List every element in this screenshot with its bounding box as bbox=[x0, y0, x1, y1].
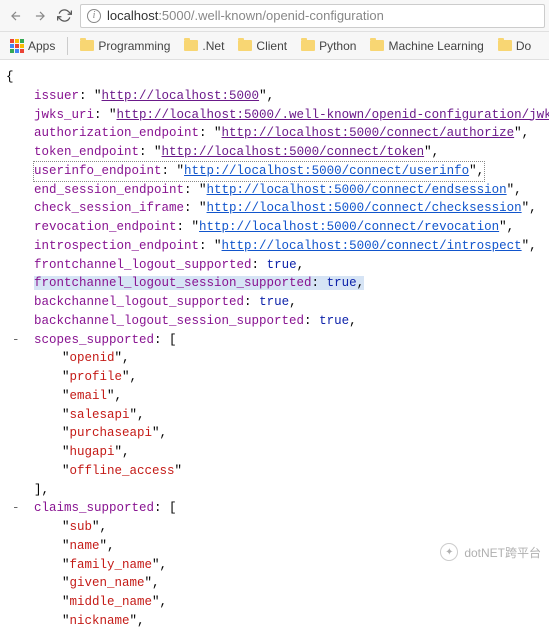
link-introspect[interactable]: http://localhost:5000/connect/introspect bbox=[222, 239, 522, 253]
json-row: introspection_endpoint: "http://localhos… bbox=[6, 237, 543, 256]
folder-icon bbox=[498, 40, 512, 51]
json-row: authorization_endpoint: "http://localhos… bbox=[6, 124, 543, 143]
folder-icon bbox=[370, 40, 384, 51]
json-row: backchannel_logout_supported: true, bbox=[6, 293, 543, 312]
url-host: localhost bbox=[107, 8, 158, 23]
apps-button[interactable]: Apps bbox=[4, 36, 61, 56]
folder-icon bbox=[184, 40, 198, 51]
collapse-toggle[interactable]: - bbox=[12, 499, 20, 518]
folder-icon bbox=[301, 40, 315, 51]
apps-label: Apps bbox=[28, 39, 55, 53]
json-array-item: "purchaseapi", bbox=[6, 424, 543, 443]
link-authorize[interactable]: http://localhost:5000/connect/authorize bbox=[222, 126, 515, 140]
link-jwks[interactable]: http://localhost:5000/.well-known/openid… bbox=[117, 108, 549, 122]
link-revocation[interactable]: http://localhost:5000/connect/revocation bbox=[199, 220, 499, 234]
json-array-item: "profile", bbox=[6, 368, 543, 387]
json-row-highlighted: userinfo_endpoint: "http://localhost:500… bbox=[6, 162, 543, 181]
json-array-close: ], bbox=[6, 481, 543, 500]
json-row: backchannel_logout_session_supported: tr… bbox=[6, 312, 543, 331]
watermark: ✦ dotNET跨平台 bbox=[440, 543, 541, 561]
bookmark-programming[interactable]: Programming bbox=[74, 36, 176, 56]
bookmark-dotnet[interactable]: .Net bbox=[178, 36, 230, 56]
json-row: issuer: "http://localhost:5000", bbox=[6, 87, 543, 106]
link-userinfo[interactable]: http://localhost:5000/connect/userinfo bbox=[184, 164, 469, 178]
address-bar[interactable]: i localhost:5000/.well-known/openid-conf… bbox=[80, 4, 545, 28]
watermark-text: dotNET跨平台 bbox=[464, 544, 541, 561]
json-row: end_session_endpoint: "http://localhost:… bbox=[6, 181, 543, 200]
json-array-item: "hugapi", bbox=[6, 443, 543, 462]
back-button[interactable] bbox=[4, 4, 28, 28]
url-port: :5000 bbox=[158, 8, 191, 23]
bookmark-python[interactable]: Python bbox=[295, 36, 362, 56]
json-array-item: "openid", bbox=[6, 349, 543, 368]
json-array-item: "nickname", bbox=[6, 612, 543, 631]
json-row: token_endpoint: "http://localhost:5000/c… bbox=[6, 143, 543, 162]
brace: { bbox=[6, 68, 543, 87]
url-path: /.well-known/openid-configuration bbox=[191, 8, 384, 23]
json-array-item: "middle_name", bbox=[6, 593, 543, 612]
json-row-highlighted: frontchannel_logout_session_supported: t… bbox=[6, 274, 543, 293]
link-checksession[interactable]: http://localhost:5000/connect/checksessi… bbox=[207, 201, 522, 215]
site-info-icon[interactable]: i bbox=[87, 9, 101, 23]
json-array-item: "sub", bbox=[6, 518, 543, 537]
json-row: frontchannel_logout_supported: true, bbox=[6, 256, 543, 275]
collapse-toggle[interactable]: - bbox=[12, 331, 20, 350]
reload-button[interactable] bbox=[52, 4, 76, 28]
apps-icon bbox=[10, 39, 24, 53]
separator bbox=[67, 37, 68, 55]
link-issuer[interactable]: http://localhost:5000 bbox=[102, 89, 260, 103]
browser-toolbar: i localhost:5000/.well-known/openid-conf… bbox=[0, 0, 549, 32]
bookmark-ml[interactable]: Machine Learning bbox=[364, 36, 489, 56]
json-row: check_session_iframe: "http://localhost:… bbox=[6, 199, 543, 218]
folder-icon bbox=[238, 40, 252, 51]
json-row: revocation_endpoint: "http://localhost:5… bbox=[6, 218, 543, 237]
json-array-item: "email", bbox=[6, 387, 543, 406]
json-array-item: "salesapi", bbox=[6, 406, 543, 425]
json-array-item: "offline_access" bbox=[6, 462, 543, 481]
bookmark-do[interactable]: Do bbox=[492, 36, 537, 56]
json-array-open: -scopes_supported: [ bbox=[6, 331, 543, 350]
json-array-open: -claims_supported: [ bbox=[6, 499, 543, 518]
bookmark-client[interactable]: Client bbox=[232, 36, 293, 56]
json-array-item: "given_name", bbox=[6, 574, 543, 593]
link-token[interactable]: http://localhost:5000/connect/token bbox=[162, 145, 425, 159]
json-row: jwks_uri: "http://localhost:5000/.well-k… bbox=[6, 106, 543, 125]
bookmarks-bar: Apps Programming .Net Client Python Mach… bbox=[0, 32, 549, 60]
folder-icon bbox=[80, 40, 94, 51]
watermark-icon: ✦ bbox=[440, 543, 458, 561]
forward-button[interactable] bbox=[28, 4, 52, 28]
link-endsession[interactable]: http://localhost:5000/connect/endsession bbox=[207, 183, 507, 197]
